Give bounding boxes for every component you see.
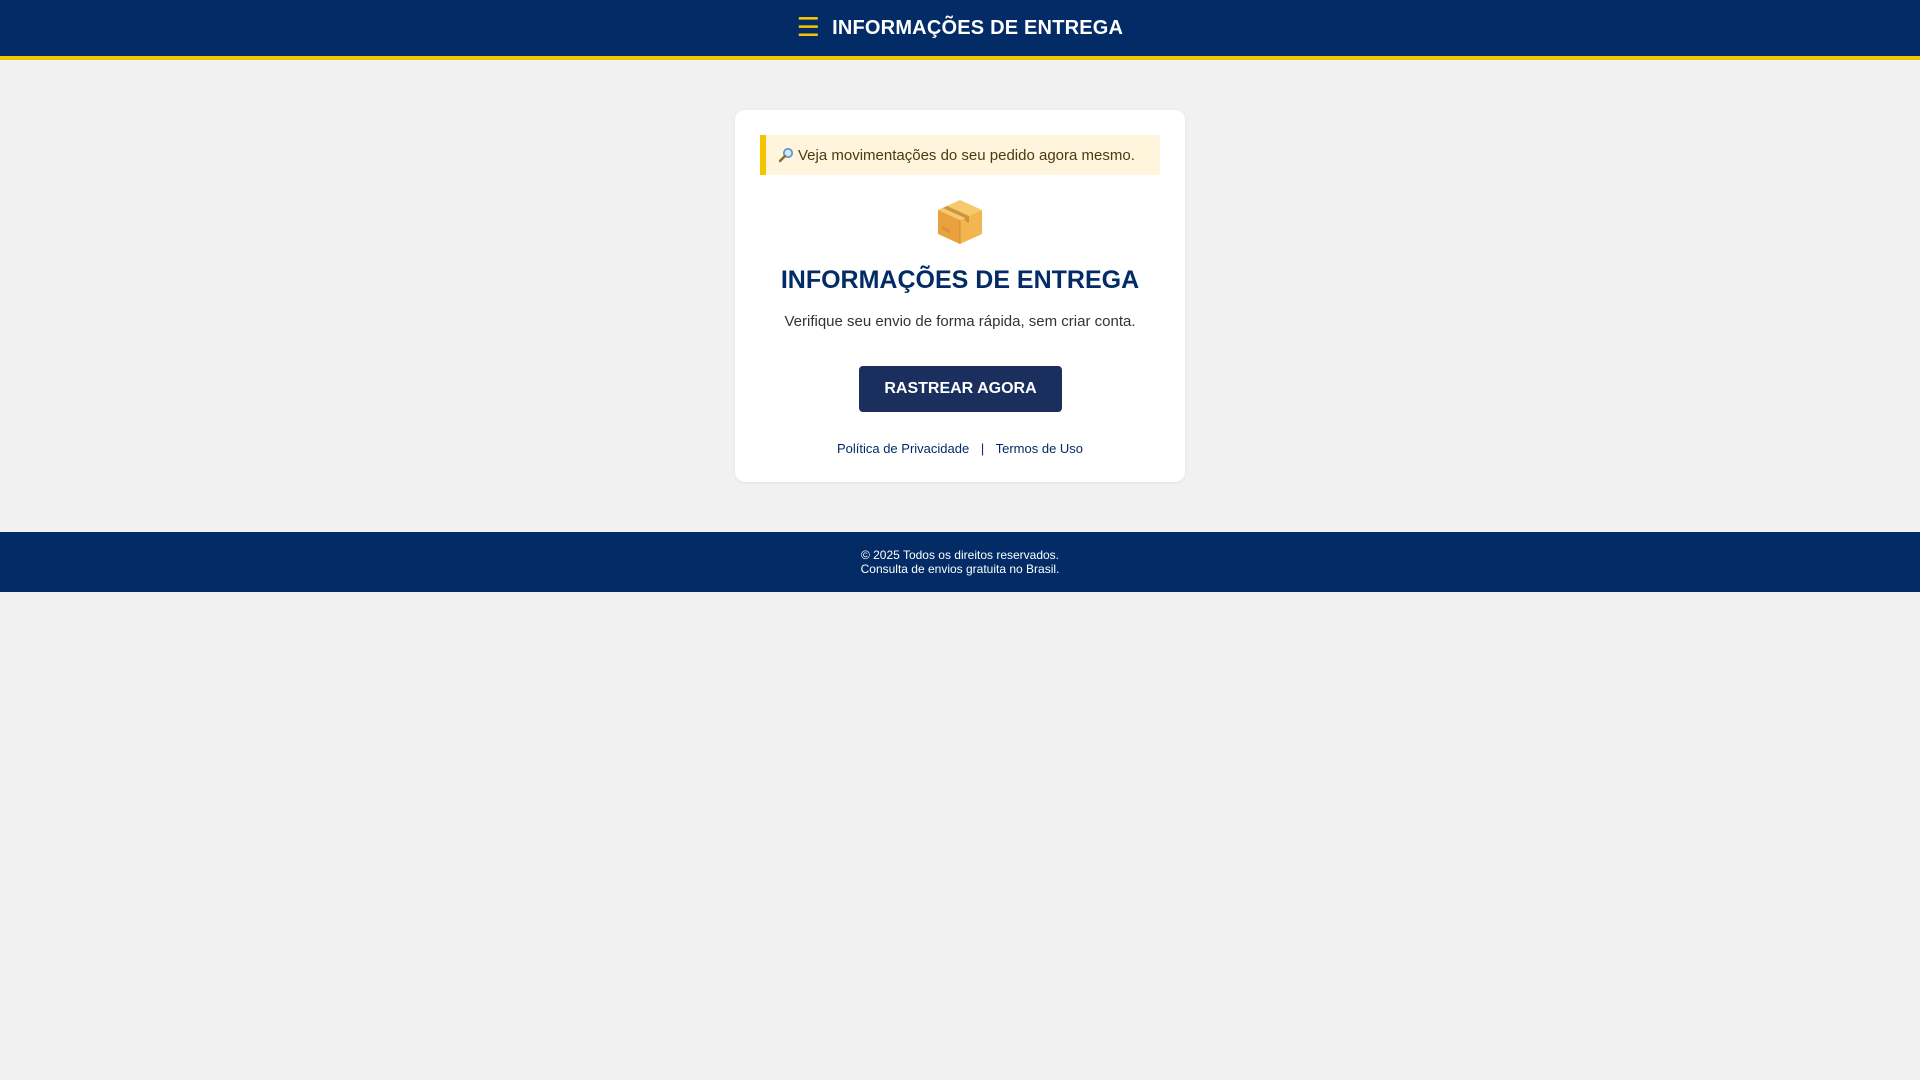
tracking-card: Veja movimentações do seu pedido agora m…: [735, 110, 1185, 482]
copyright-text: © 2025 Todos os direitos reservados.: [860, 548, 1060, 562]
top-header: ☰ INFORMAÇÕES DE ENTREGA: [0, 0, 1920, 60]
notice-banner: Veja movimentações do seu pedido agora m…: [760, 135, 1160, 175]
header-title: INFORMAÇÕES DE ENTREGA: [832, 16, 1124, 39]
footer-tagline: Consulta de envios gratuita no Brasil.: [860, 562, 1060, 576]
hamburger-menu-icon[interactable]: ☰: [797, 15, 820, 41]
package-icon: [934, 196, 986, 248]
notice-text: Veja movimentações do seu pedido agora m…: [798, 146, 1135, 164]
magnifier-icon: [778, 147, 794, 163]
terms-of-use-link[interactable]: Termos de Uso: [996, 441, 1083, 456]
footer-links: Política de Privacidade | Termos de Uso: [735, 441, 1185, 456]
track-now-button[interactable]: RASTREAR AGORA: [859, 366, 1062, 412]
card-subtitle: Verifique seu envio de forma rápida, sem…: [784, 313, 1136, 330]
privacy-policy-link[interactable]: Política de Privacidade: [837, 441, 969, 456]
page-footer: © 2025 Todos os direitos reservados. Con…: [0, 532, 1920, 592]
link-separator: |: [980, 441, 985, 456]
card-title: INFORMAÇÕES DE ENTREGA: [780, 266, 1140, 294]
